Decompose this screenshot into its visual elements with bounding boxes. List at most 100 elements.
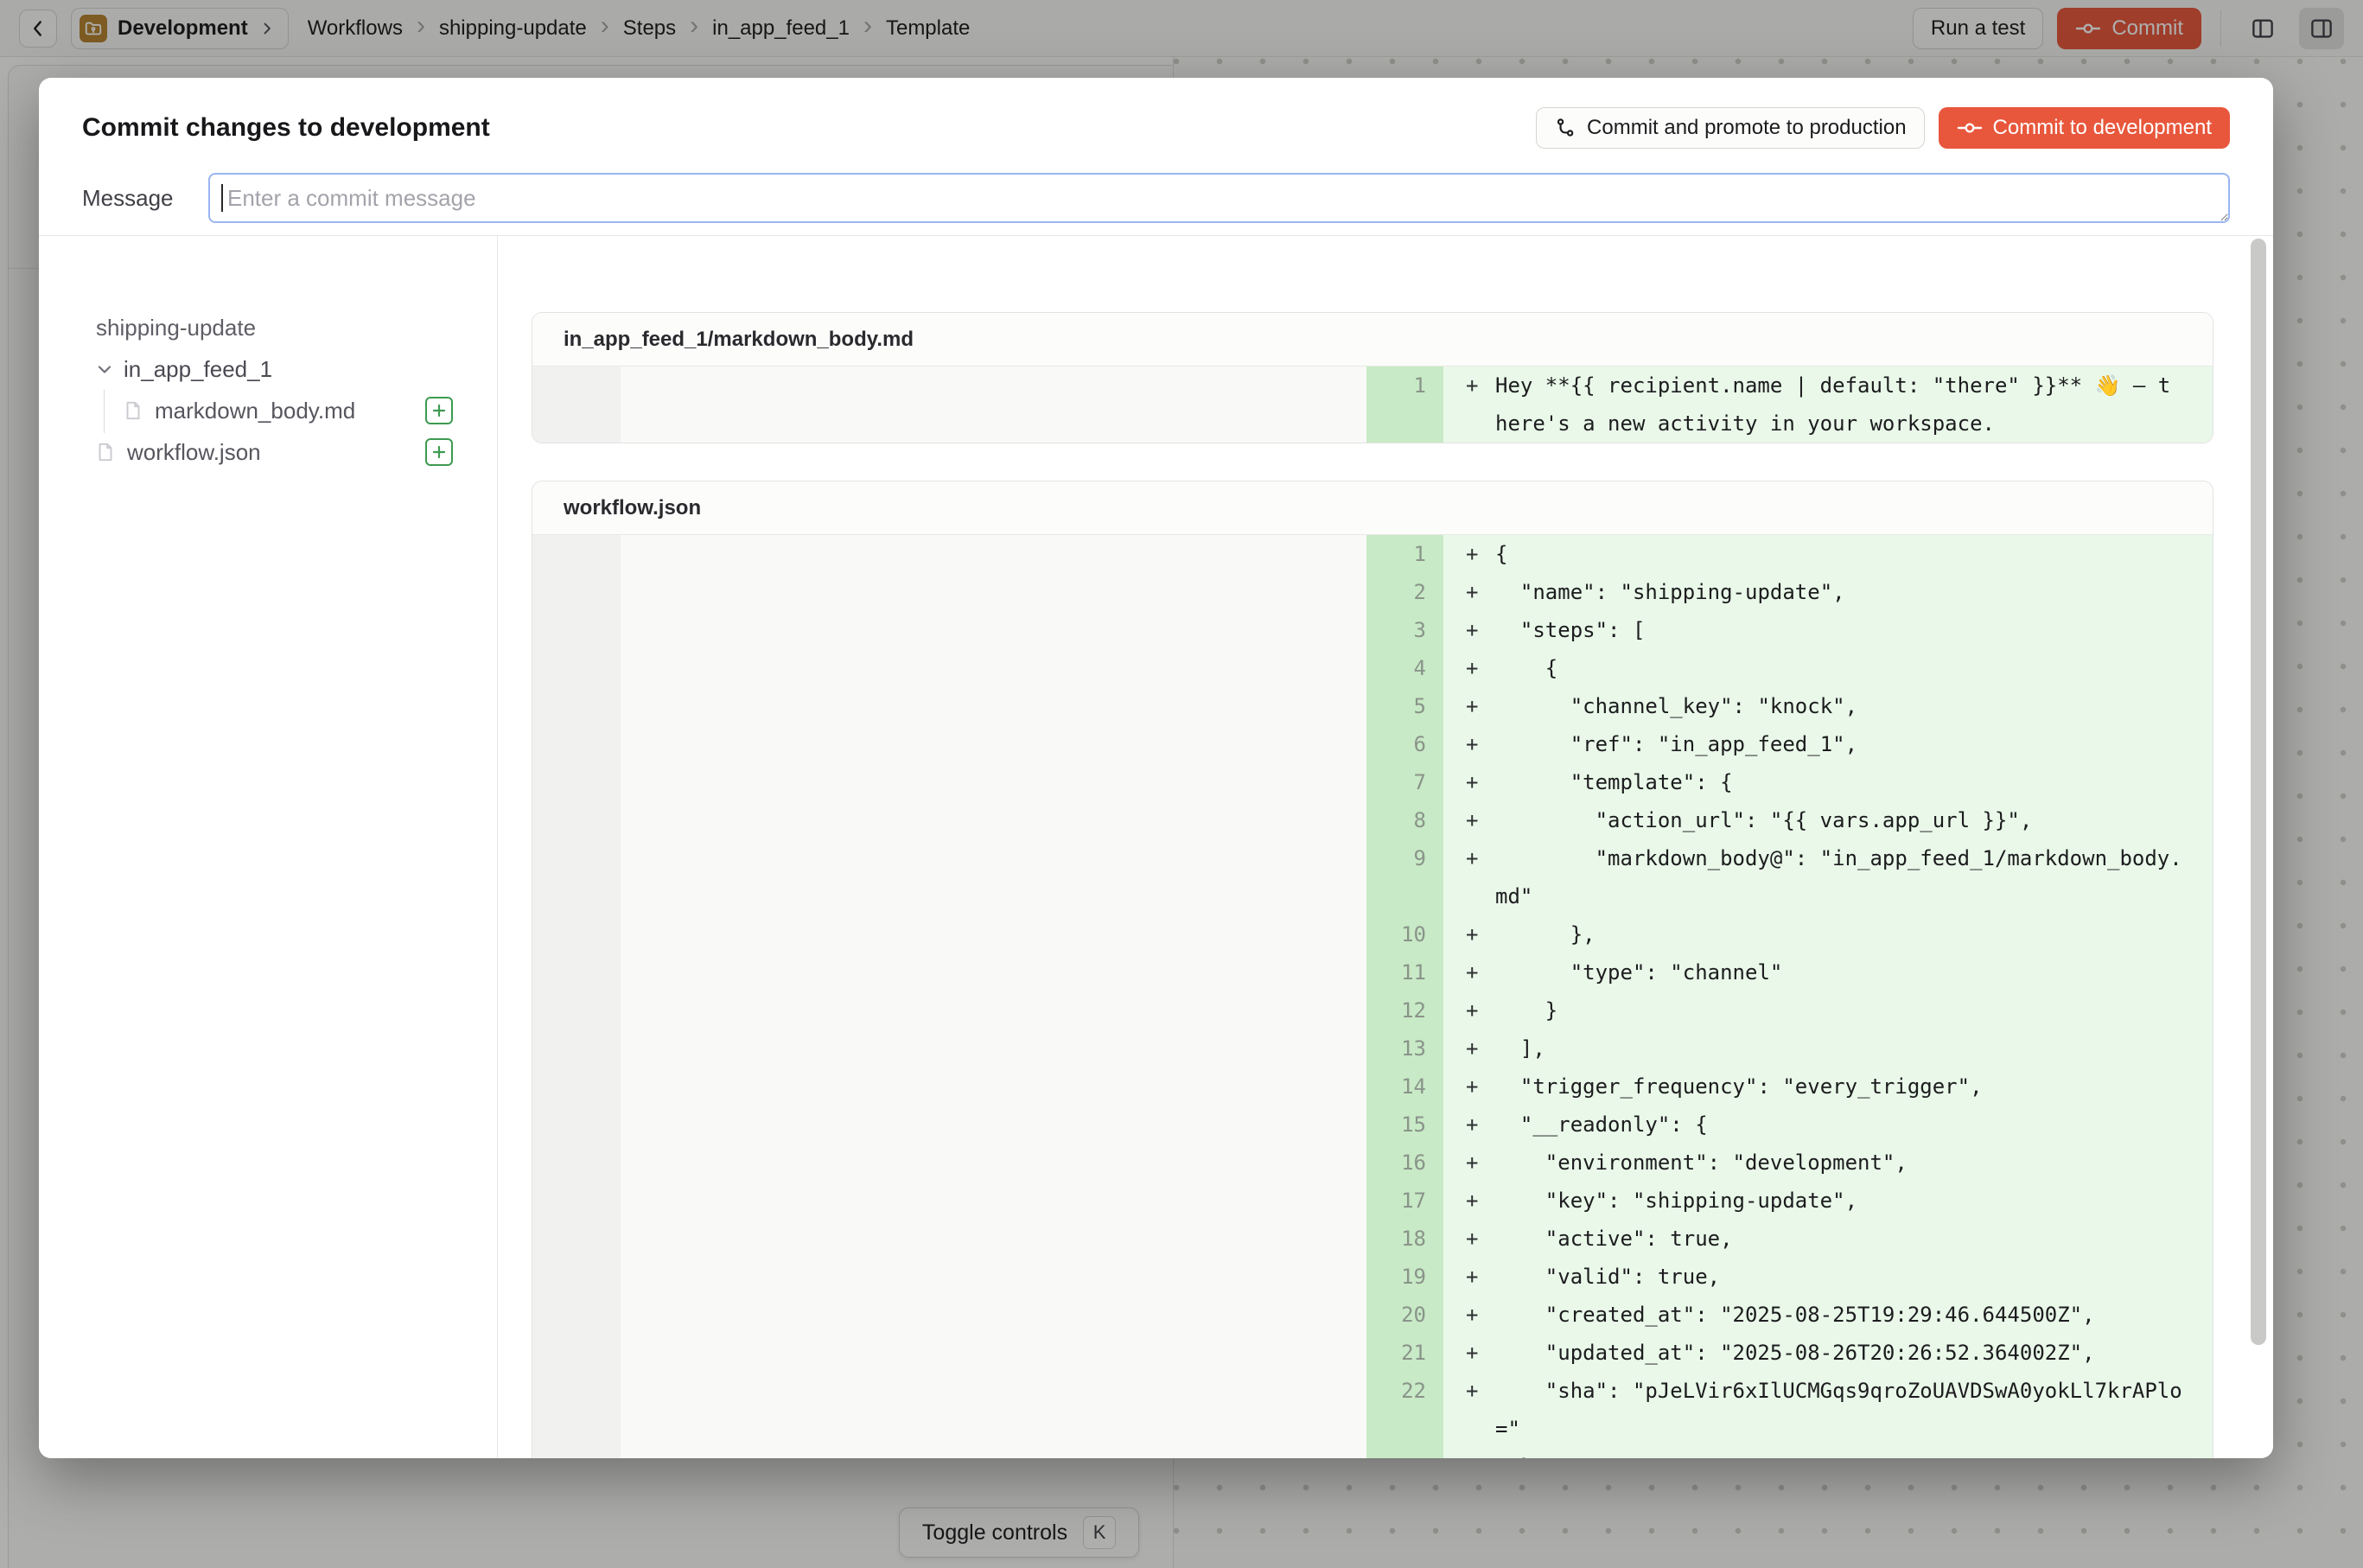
old-line-gutter	[532, 1144, 621, 1182]
diff-row: 16+ "environment": "development",	[532, 1144, 2213, 1182]
commit-development-label: Commit to development	[1993, 116, 2212, 140]
old-line-gutter	[532, 649, 621, 687]
line-number: 19	[1366, 1258, 1443, 1296]
diff-row: 18+ "active": true,	[532, 1220, 2213, 1258]
diff-added-sign: +	[1443, 839, 1495, 915]
diff-row: 1+Hey **{{ recipient.name | default: "th…	[532, 367, 2213, 443]
diff-added-sign: +	[1443, 1334, 1495, 1372]
old-line-gutter	[532, 725, 621, 763]
line-number: 6	[1366, 725, 1443, 763]
old-line-content	[621, 1258, 1366, 1296]
diff-row: 23+ }	[532, 1448, 2213, 1458]
tree-file-row[interactable]: workflow.json	[94, 433, 261, 471]
diff-added-sign: +	[1443, 1448, 1495, 1458]
line-number: 16	[1366, 1144, 1443, 1182]
diff-row: 4+ {	[532, 649, 2213, 687]
old-line-gutter	[532, 1448, 621, 1458]
line-number: 1	[1366, 367, 1443, 443]
tree-folder-label: in_app_feed_1	[124, 356, 272, 383]
tree-root-label[interactable]: shipping-update	[96, 309, 256, 347]
line-number: 13	[1366, 1029, 1443, 1068]
diff-column: in_app_feed_1/markdown_body.md1+Hey **{{…	[498, 236, 2273, 1458]
diff-added-sign: +	[1443, 1068, 1495, 1106]
diff-row: 15+ "__readonly": {	[532, 1106, 2213, 1144]
diff-line-text: }	[1495, 991, 2213, 1029]
add-file-button[interactable]	[425, 438, 453, 466]
old-line-content	[621, 1029, 1366, 1068]
old-line-gutter	[532, 687, 621, 725]
diff-row: 9+ "markdown_body@": "in_app_feed_1/mark…	[532, 839, 2213, 915]
diff-added-sign: +	[1443, 535, 1495, 573]
old-line-content	[621, 1448, 1366, 1458]
old-line-gutter	[532, 763, 621, 801]
modal-title: Commit changes to development	[82, 113, 490, 143]
diff-added-sign: +	[1443, 1220, 1495, 1258]
message-input[interactable]	[208, 173, 2230, 223]
diff-row: 7+ "template": {	[532, 763, 2213, 801]
diff-body: 1+{2+ "name": "shipping-update",3+ "step…	[532, 535, 2213, 1458]
old-line-gutter	[532, 991, 621, 1029]
old-line-gutter	[532, 1182, 621, 1220]
commit-icon	[1957, 118, 1983, 137]
add-file-button[interactable]	[425, 397, 453, 424]
diff-added-sign: +	[1443, 801, 1495, 839]
commit-development-button[interactable]: Commit to development	[1939, 107, 2230, 149]
old-line-content	[621, 1296, 1366, 1334]
diff-line-text: "channel_key": "knock",	[1495, 687, 2213, 725]
diff-row: 13+ ],	[532, 1029, 2213, 1068]
diff-line-text: ],	[1495, 1029, 2213, 1068]
line-number: 23	[1366, 1448, 1443, 1458]
old-line-content	[621, 991, 1366, 1029]
old-line-gutter	[532, 1372, 621, 1448]
diff-row: 1+{	[532, 535, 2213, 573]
plus-icon	[431, 444, 447, 460]
old-line-gutter	[532, 535, 621, 573]
line-number: 7	[1366, 763, 1443, 801]
old-line-content	[621, 725, 1366, 763]
line-number: 12	[1366, 991, 1443, 1029]
commit-promote-button[interactable]: Commit and promote to production	[1536, 107, 1925, 149]
line-number: 9	[1366, 839, 1443, 915]
diff-line-text: "name": "shipping-update",	[1495, 573, 2213, 611]
tree-file-label: markdown_body.md	[155, 398, 355, 424]
diff-added-sign: +	[1443, 1144, 1495, 1182]
old-line-content	[621, 1372, 1366, 1448]
message-label: Message	[82, 185, 208, 212]
diff-line-text: "created_at": "2025-08-25T19:29:46.64450…	[1495, 1296, 2213, 1334]
diff-added-sign: +	[1443, 1029, 1495, 1068]
modal-body: shipping-update in_app_feed_1 markdown_b…	[39, 236, 2273, 1458]
diff-row: 22+ "sha": "pJeLVir6xIlUCMGqs9qroZoUAVDS…	[532, 1372, 2213, 1448]
chevron-down-icon	[94, 359, 115, 379]
diff-panel: in_app_feed_1/markdown_body.md1+Hey **{{…	[532, 312, 2213, 443]
old-line-content	[621, 573, 1366, 611]
diff-added-sign: +	[1443, 611, 1495, 649]
diff-line-text: },	[1495, 915, 2213, 953]
diff-list: in_app_feed_1/markdown_body.md1+Hey **{{…	[532, 312, 2213, 1458]
diff-line-text: {	[1495, 649, 2213, 687]
diff-line-text: "action_url": "{{ vars.app_url }}",	[1495, 801, 2213, 839]
file-tree: shipping-update in_app_feed_1 markdown_b…	[39, 236, 497, 1458]
tree-indent-line	[104, 390, 105, 433]
old-line-gutter	[532, 953, 621, 991]
diff-row: 5+ "channel_key": "knock",	[532, 687, 2213, 725]
text-caret	[221, 184, 223, 212]
diff-added-sign: +	[1443, 367, 1495, 443]
diff-line-text: "template": {	[1495, 763, 2213, 801]
diff-added-sign: +	[1443, 1296, 1495, 1334]
line-number: 20	[1366, 1296, 1443, 1334]
diff-row: 19+ "valid": true,	[532, 1258, 2213, 1296]
diff-line-text: "environment": "development",	[1495, 1144, 2213, 1182]
diff-line-text: "active": true,	[1495, 1220, 2213, 1258]
diff-line-text: "__readonly": {	[1495, 1106, 2213, 1144]
diff-added-sign: +	[1443, 1372, 1495, 1448]
tree-folder-row[interactable]: in_app_feed_1	[94, 350, 272, 388]
old-line-content	[621, 1182, 1366, 1220]
line-number: 14	[1366, 1068, 1443, 1106]
diff-filename: workflow.json	[564, 496, 701, 520]
old-line-gutter	[532, 801, 621, 839]
modal-scrollbar[interactable]	[2251, 239, 2266, 1345]
old-line-gutter	[532, 1220, 621, 1258]
old-line-content	[621, 649, 1366, 687]
old-line-content	[621, 953, 1366, 991]
tree-file-row[interactable]: markdown_body.md	[122, 392, 355, 430]
